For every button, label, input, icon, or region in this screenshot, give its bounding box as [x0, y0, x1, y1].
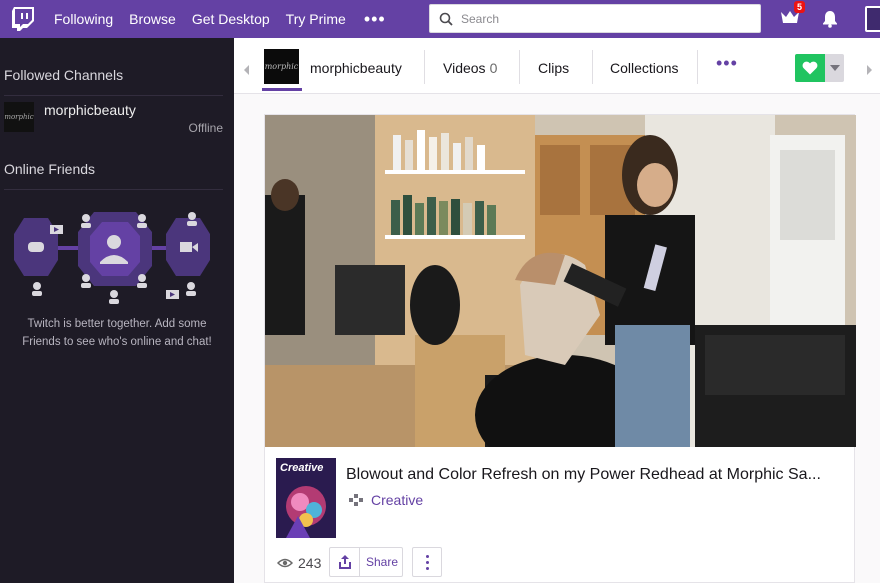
sidebar-divider [4, 95, 223, 96]
search-input[interactable] [461, 11, 751, 26]
friends-empty-message: Twitch is better together. Add some Frie… [0, 315, 234, 351]
creative-category-icon [349, 494, 363, 506]
video-game-link[interactable]: Creative [348, 492, 423, 508]
video-title[interactable]: Blowout and Color Refresh on my Power Re… [346, 466, 821, 484]
game-box-art[interactable]: Creative [276, 458, 336, 538]
nav-get-desktop-link[interactable]: Get Desktop [192, 11, 270, 27]
tab-divider [592, 50, 593, 84]
more-options-button[interactable] [412, 547, 442, 577]
tab-divider [697, 50, 698, 84]
scroll-left-icon[interactable] [244, 65, 249, 75]
view-count-value: 243 [298, 555, 322, 571]
video-thumbnail-image [265, 115, 856, 447]
search-box[interactable] [429, 4, 761, 33]
tab-divider [519, 50, 520, 84]
tab-videos[interactable]: Videos 0 [443, 60, 497, 76]
followed-channel-status: Offline [188, 121, 223, 135]
tab-videos-count: 0 [489, 60, 498, 76]
channel-header: morphic morphicbeauty Videos 0 Clips Coll… [234, 38, 880, 94]
nav-more-button[interactable]: ••• [364, 10, 386, 28]
followed-channels-heading: Followed Channels [4, 67, 124, 83]
channel-name[interactable]: morphicbeauty [310, 60, 402, 76]
channel-logo[interactable]: morphic [264, 49, 299, 84]
tab-clips[interactable]: Clips [538, 60, 569, 76]
eye-icon [277, 558, 293, 568]
share-icon [330, 548, 360, 576]
sidebar-divider [4, 189, 223, 190]
tab-collections[interactable]: Collections [610, 60, 678, 76]
kebab-dot-icon [425, 560, 429, 564]
follow-button[interactable] [795, 54, 825, 82]
nav-try-prime-link[interactable]: Try Prime [286, 11, 346, 27]
followed-channel-name: morphicbeauty [44, 102, 136, 118]
friends-illustration-icon [14, 212, 210, 304]
video-player[interactable] [265, 115, 856, 447]
channel-avatar: morphic [4, 102, 34, 132]
view-count: 243 [277, 555, 321, 571]
top-navigation-bar: Following Browse Get Desktop Try Prime •… [0, 0, 880, 38]
bell-icon[interactable] [822, 10, 838, 28]
friends-message-line: Twitch is better together. Add some [27, 318, 207, 330]
online-friends-heading: Online Friends [4, 161, 96, 177]
sidebar: Followed Channels morphic morphicbeauty … [0, 38, 234, 583]
prime-notification-badge: 5 [794, 1, 806, 13]
video-card: Creative Blowout and Color Refresh on my… [264, 114, 856, 583]
active-tab-indicator [262, 88, 302, 91]
share-label: Share [366, 555, 399, 569]
friends-message-line: Friends to see who's online and chat! [22, 336, 212, 348]
kebab-dot-icon [425, 566, 429, 570]
heart-icon [802, 61, 818, 75]
share-button[interactable]: Share [329, 547, 403, 577]
follow-options-dropdown[interactable] [825, 54, 844, 82]
nav-browse-link[interactable]: Browse [129, 11, 176, 27]
nav-following-link[interactable]: Following [54, 11, 113, 27]
search-icon [439, 12, 453, 26]
twitch-logo-icon[interactable] [8, 4, 38, 34]
tab-videos-label: Videos [443, 60, 486, 76]
game-art-title: Creative [280, 462, 324, 474]
user-avatar[interactable] [865, 6, 880, 32]
game-name: Creative [371, 492, 424, 508]
chevron-down-icon [829, 65, 840, 71]
scroll-right-icon[interactable] [867, 65, 872, 75]
tab-divider [424, 50, 425, 84]
kebab-dot-icon [425, 554, 429, 558]
tabs-more-button[interactable]: ••• [716, 54, 738, 72]
